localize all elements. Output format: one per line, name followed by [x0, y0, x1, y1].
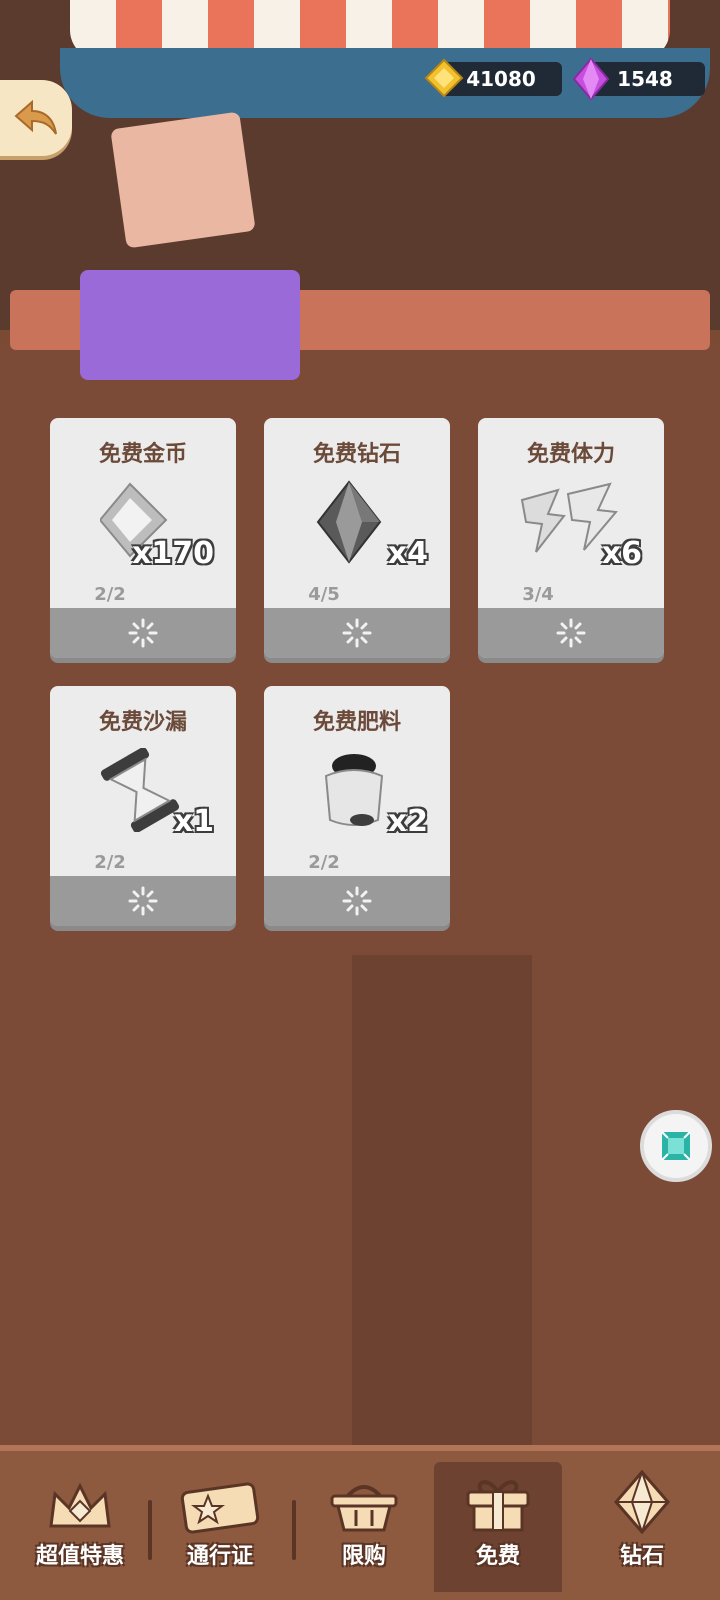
claims-remaining: 2/2 [308, 852, 340, 873]
loading-spinner-icon [128, 618, 158, 648]
ticket-icon [180, 1482, 260, 1534]
tab-free[interactable]: 免费 [434, 1462, 562, 1592]
claims-remaining: 4/5 [308, 584, 340, 605]
tab-divider [148, 1500, 152, 1560]
free-fertilizer-card[interactable]: 免费肥料 x2 2/2 [264, 686, 450, 926]
claim-button[interactable] [50, 608, 236, 658]
reward-quantity: x1 [173, 804, 214, 839]
loading-spinner-icon [556, 618, 586, 648]
hourglass-icon [100, 748, 180, 832]
tab-label: 钻石 [619, 1544, 664, 1569]
card-title: 免费沙漏 [98, 710, 187, 735]
claim-button[interactable] [50, 876, 236, 926]
reward-quantity: x170 [132, 536, 214, 571]
coin-icon [424, 58, 464, 98]
crown-icon [49, 1482, 111, 1528]
gold-amount: 41080 [466, 67, 536, 91]
loading-spinner-icon [128, 886, 158, 916]
diamond-icon [572, 58, 610, 100]
loading-spinner-icon [342, 886, 372, 916]
diamond-icon [316, 480, 382, 564]
diamond-icon [614, 1470, 670, 1534]
gift-icon [466, 1480, 530, 1532]
claim-button[interactable] [478, 608, 664, 658]
tab-label: 通行证 [186, 1544, 253, 1569]
tab-battle-pass[interactable]: 通行证 [156, 1462, 284, 1592]
free-diamonds-card[interactable]: 免费钻石 x4 4/5 [264, 418, 450, 658]
cube-float-button[interactable] [640, 1110, 712, 1182]
card-title: 免费金币 [98, 442, 187, 467]
back-button[interactable] [0, 80, 72, 156]
wood-plank [352, 955, 532, 1445]
back-arrow-icon [14, 100, 57, 135]
gem-amount: 1548 [617, 67, 673, 91]
reward-quantity: x6 [601, 536, 642, 571]
tab-label: 限购 [341, 1544, 386, 1569]
fertilizer-icon [324, 754, 384, 826]
tab-label: 超值特惠 [35, 1544, 124, 1569]
reward-quantity: x4 [387, 536, 428, 571]
reward-quantity: x2 [387, 804, 428, 839]
tab-label: 免费 [475, 1544, 520, 1569]
cube-icon [661, 1131, 691, 1161]
card-title: 免费肥料 [312, 710, 401, 735]
claims-remaining: 2/2 [94, 584, 126, 605]
tab-divider [292, 1500, 296, 1560]
tab-diamonds[interactable]: 钻石 [578, 1462, 706, 1592]
loading-spinner-icon [342, 618, 372, 648]
free-energy-card[interactable]: 免费体力 x6 3/4 [478, 418, 664, 658]
free-hourglass-card[interactable]: 免费沙漏 x1 2/2 [50, 686, 236, 926]
free-coins-card[interactable]: 免费金币 x170 2/2 [50, 418, 236, 658]
basket-icon [330, 1485, 398, 1532]
tab-special-offers[interactable]: 超值特惠 [16, 1462, 144, 1592]
fox-shopkeeper [110, 111, 256, 249]
shop-screen: 41080 1548 免费金币 x170 2/2 免费钻石 x4 4/5 免费体… [0, 0, 720, 1600]
card-title: 免费钻石 [312, 442, 401, 467]
card-title: 免费体力 [526, 442, 615, 467]
claims-remaining: 3/4 [522, 584, 554, 605]
claim-button[interactable] [264, 608, 450, 658]
claims-remaining: 2/2 [94, 852, 126, 873]
tab-limited[interactable]: 限购 [300, 1462, 428, 1592]
claim-button[interactable] [264, 876, 450, 926]
purple-crystal-block [80, 270, 300, 380]
